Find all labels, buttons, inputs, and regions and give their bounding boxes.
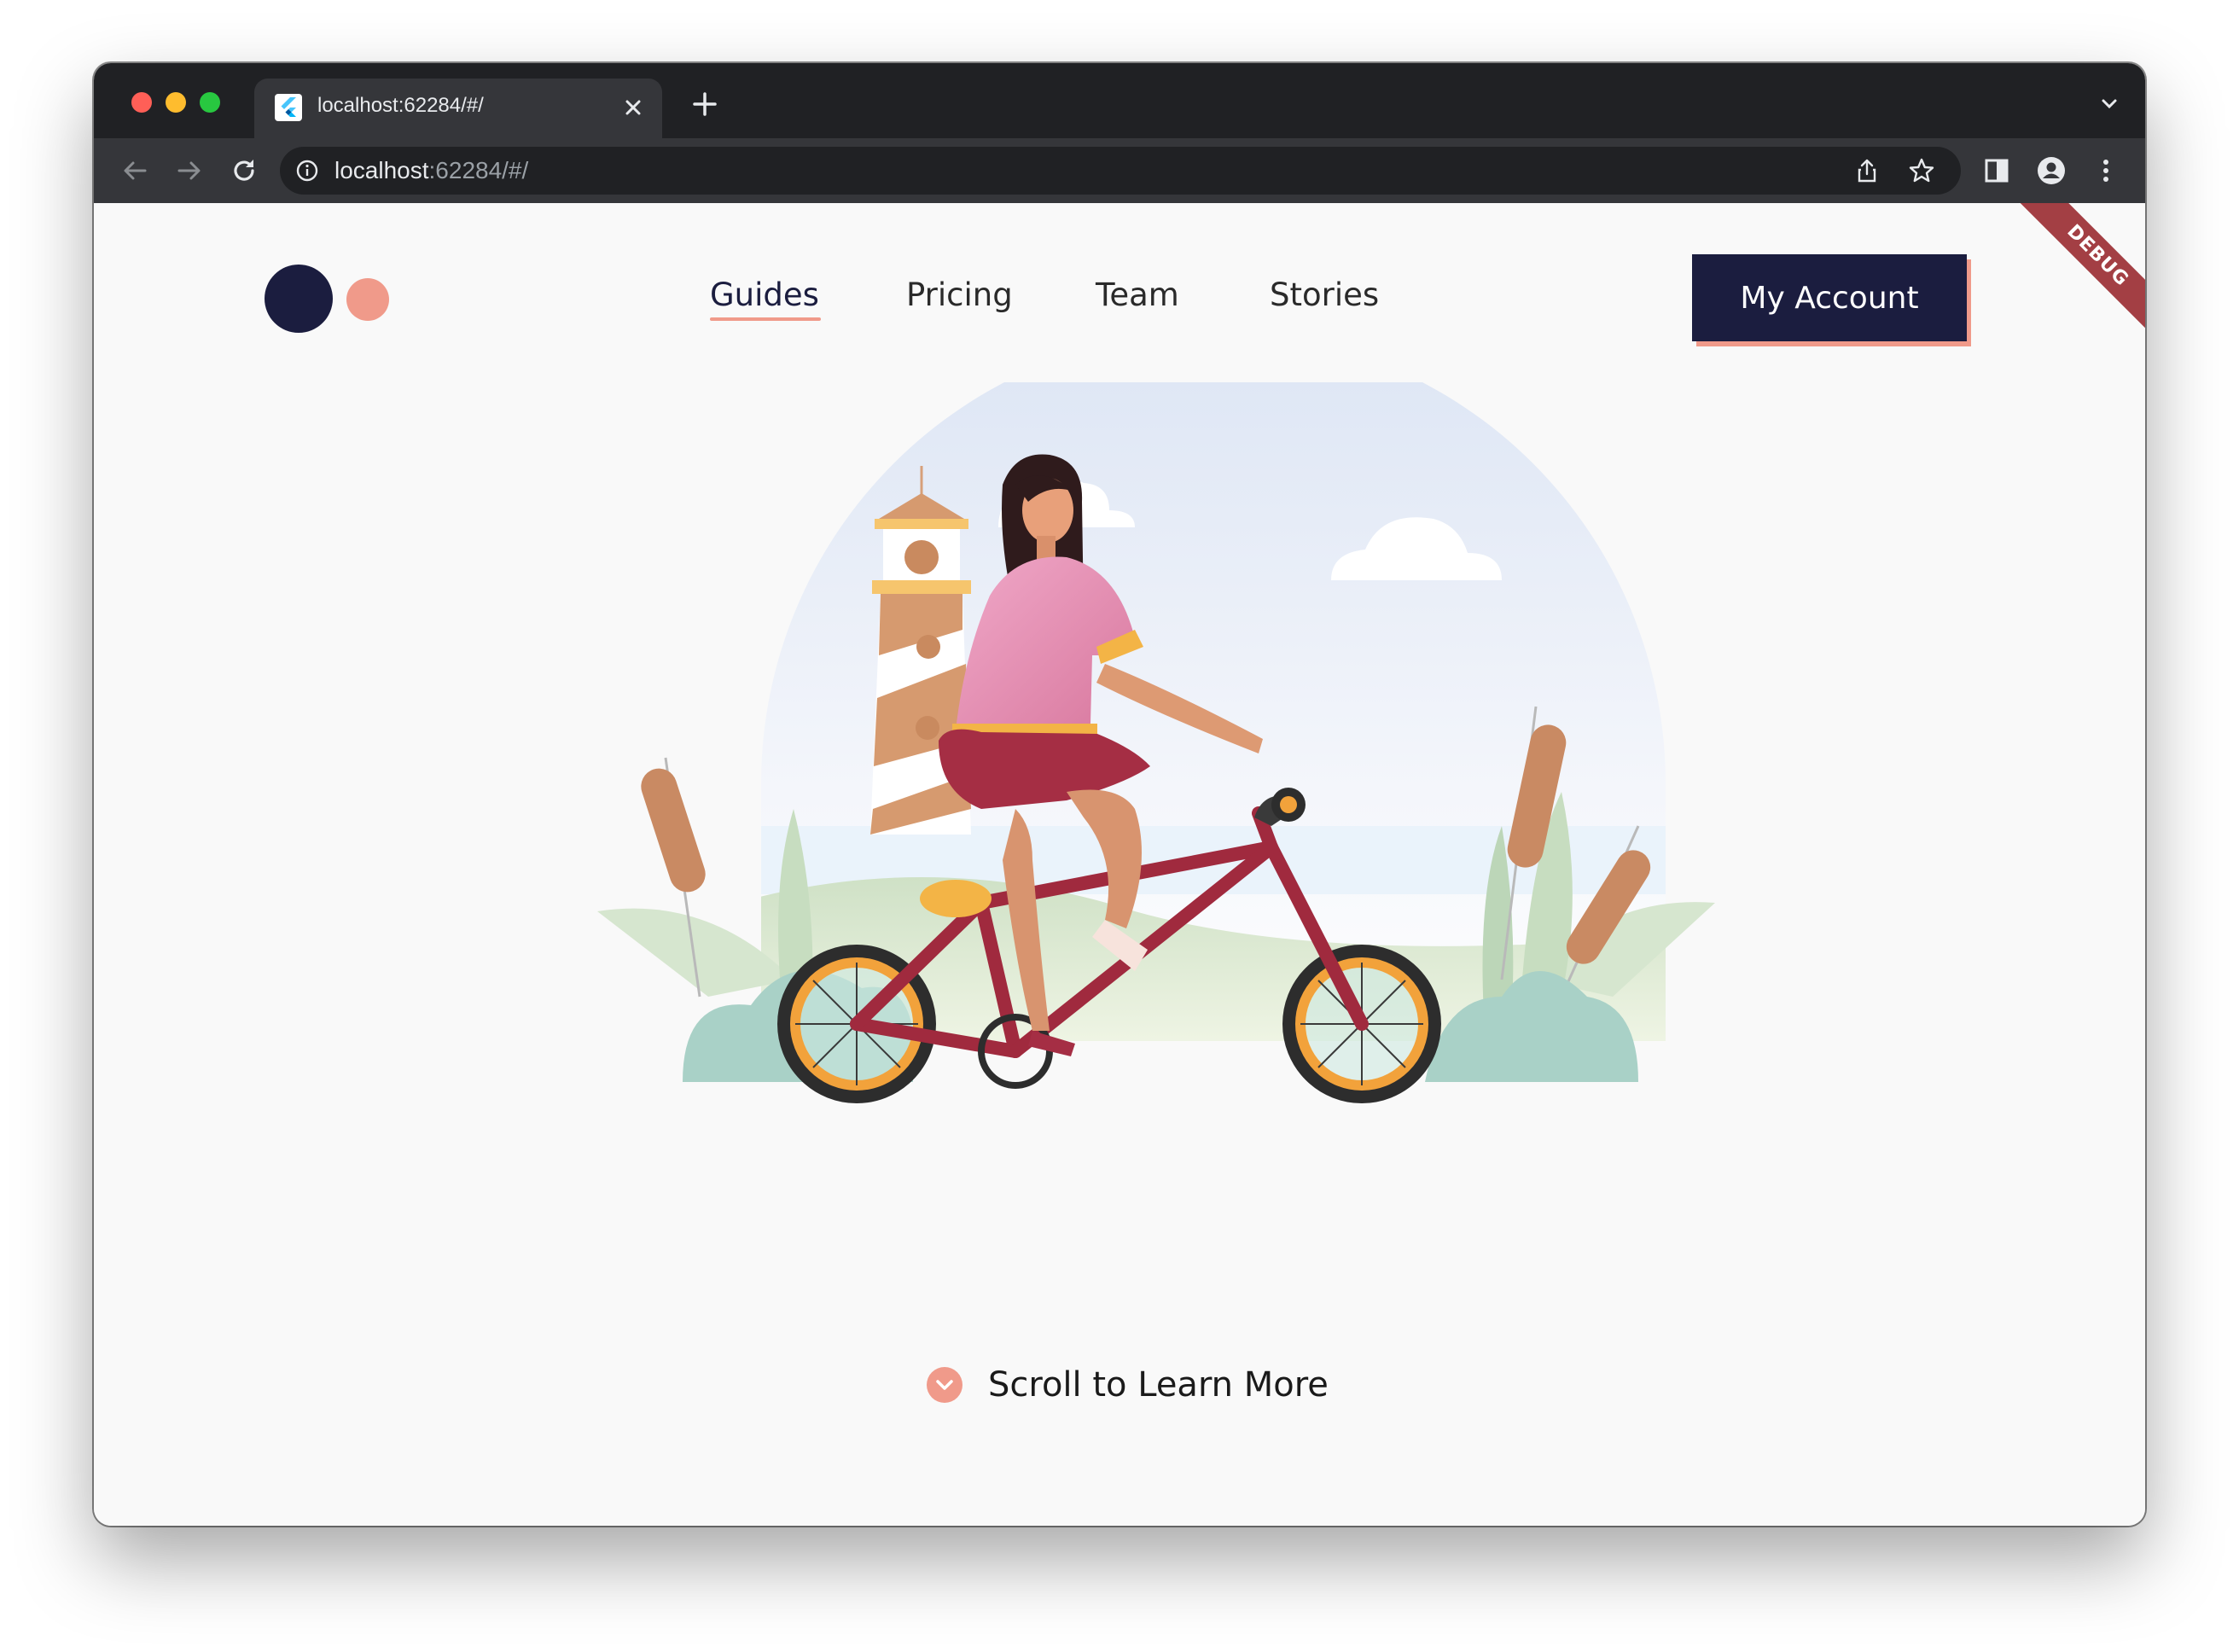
flutter-favicon xyxy=(275,94,302,121)
chevron-down-icon[interactable] xyxy=(927,1367,962,1403)
plus-icon[interactable] xyxy=(688,87,722,121)
star-icon[interactable] xyxy=(1908,157,1935,184)
share-icon[interactable] xyxy=(1853,157,1881,184)
back-arrow-icon[interactable] xyxy=(116,152,154,189)
address-bar[interactable]: localhost:62284/#/ xyxy=(280,147,1961,195)
kebab-menu-icon[interactable] xyxy=(2087,152,2125,189)
side-panel-icon[interactable] xyxy=(1978,152,2015,189)
reload-icon[interactable] xyxy=(225,152,263,189)
tab-title: localhost:62284/#/ xyxy=(317,94,484,117)
forward-arrow-icon[interactable] xyxy=(171,152,208,189)
close-icon[interactable] xyxy=(618,92,648,123)
profile-icon[interactable] xyxy=(2033,152,2070,189)
logo-dark-circle[interactable] xyxy=(265,265,333,333)
hero-illustration xyxy=(597,382,1715,1103)
tab-strip: localhost:62284/#/ xyxy=(94,63,2145,138)
scroll-cta[interactable]: Scroll to Learn More xyxy=(927,1365,1329,1405)
scroll-cta-label: Scroll to Learn More xyxy=(988,1365,1329,1405)
active-nav-underline xyxy=(710,317,821,321)
chevron-down-icon[interactable] xyxy=(2097,92,2121,116)
browser-window: localhost:62284/#/ localhost:62284/#/ Gu… xyxy=(94,63,2145,1526)
debug-banner-label: DEBUG xyxy=(2006,203,2145,347)
nav-guides[interactable]: Guides xyxy=(710,276,819,313)
nav-pricing[interactable]: Pricing xyxy=(906,276,1013,313)
nav-stories[interactable]: Stories xyxy=(1270,276,1379,313)
minimize-window-button[interactable] xyxy=(166,92,186,113)
close-window-button[interactable] xyxy=(131,92,152,113)
info-icon[interactable] xyxy=(295,159,319,183)
debug-banner: DEBUG xyxy=(1974,203,2145,374)
page-viewport: Guides Pricing Team Stories My Account D… xyxy=(94,203,2145,1526)
zoom-window-button[interactable] xyxy=(200,92,220,113)
nav-team[interactable]: Team xyxy=(1096,276,1179,313)
logo-pink-circle xyxy=(346,278,389,321)
url-text: localhost:62284/#/ xyxy=(334,157,529,183)
browser-tab[interactable]: localhost:62284/#/ xyxy=(254,79,662,138)
browser-toolbar: localhost:62284/#/ xyxy=(94,138,2145,203)
my-account-button[interactable]: My Account xyxy=(1692,254,1967,341)
